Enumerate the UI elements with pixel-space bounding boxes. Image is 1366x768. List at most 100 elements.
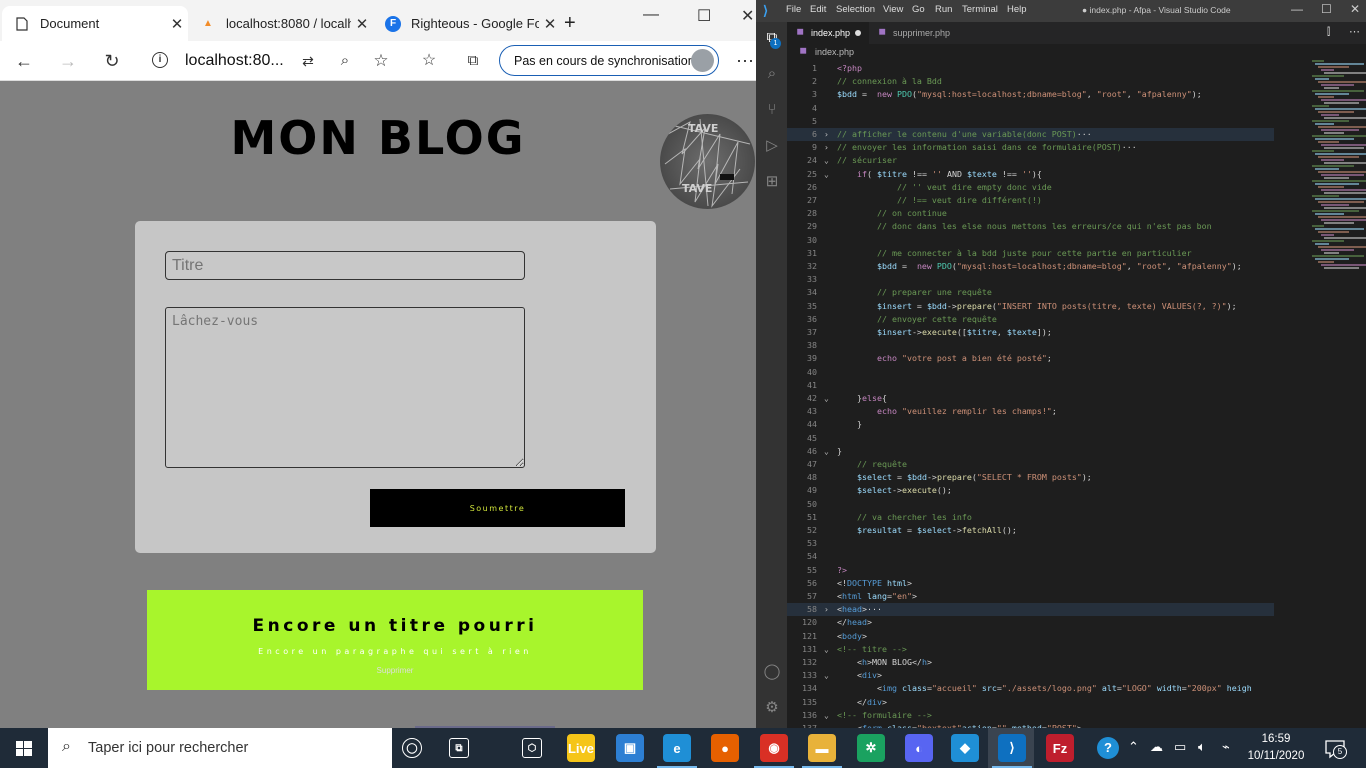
close-tab-icon[interactable]: ✕	[166, 15, 188, 33]
code-line[interactable]: 1 <?php	[787, 62, 1274, 75]
code-line[interactable]: 31 // me connecter à la bdd juste pour c…	[787, 247, 1274, 260]
code-line[interactable]: 27 // !== veut dire différent(!)	[787, 194, 1274, 207]
code-line[interactable]: 3 $bdd = new PDO("mysql:host=localhost;db…	[787, 88, 1274, 101]
code-line[interactable]: 51 // va chercher les info	[787, 511, 1274, 524]
titre-input[interactable]	[165, 251, 525, 280]
code-line[interactable]: 52 $resultat = $select->fetchAll();	[787, 524, 1274, 537]
code-line[interactable]: 6 › // afficher le contenu d'une variable(…	[787, 128, 1274, 141]
menu-run[interactable]: Run	[935, 4, 952, 15]
menu-terminal[interactable]: Terminal	[962, 4, 998, 15]
code-line[interactable]: 134 <img class="accueil" src="./assets/l…	[787, 682, 1274, 695]
extensions-icon[interactable]: ⊞	[762, 172, 782, 192]
menu-file[interactable]: File	[786, 4, 801, 15]
code-line[interactable]: 53	[787, 537, 1274, 550]
code-line[interactable]: 57 <html lang="en">	[787, 590, 1274, 603]
forward-arrow-icon[interactable]: →	[56, 49, 80, 73]
code-line[interactable]: 4	[787, 102, 1274, 115]
fold-chevron-icon[interactable]: ⌄	[824, 445, 832, 458]
chevron-up-icon[interactable]: ⌃	[1128, 739, 1139, 755]
breadcrumb-file[interactable]: index.php	[815, 47, 854, 57]
code-line[interactable]: 24 ⌄ // sécuriser	[787, 154, 1274, 167]
browser-tab-document[interactable]: Document ✕	[2, 6, 188, 41]
photos-icon[interactable]: ▣	[616, 734, 644, 762]
tab-index-php[interactable]: ⯀ index.php	[787, 22, 869, 44]
code-line[interactable]: 28 // on continue	[787, 207, 1274, 220]
settings-gear-icon[interactable]: ✲	[857, 734, 885, 762]
code-line[interactable]: 121 <body>	[787, 630, 1274, 643]
fold-chevron-icon[interactable]: ⌄	[824, 392, 832, 405]
code-line[interactable]: 46 ⌄}	[787, 445, 1274, 458]
code-line[interactable]: 135 </div>	[787, 696, 1274, 709]
code-line[interactable]: 33	[787, 273, 1274, 286]
close-window-icon[interactable]: ✕	[1350, 2, 1360, 16]
code-line[interactable]: 37 $insert->execute([$titre, $texte]);	[787, 326, 1274, 339]
account-icon[interactable]: ◯	[762, 662, 782, 682]
firefox-icon[interactable]: ●	[711, 734, 739, 762]
fold-chevron-icon[interactable]: ›	[824, 141, 832, 154]
submit-button[interactable]: Soumettre	[370, 489, 625, 527]
edge-icon[interactable]: e	[663, 734, 691, 762]
close-window-icon[interactable]: ✕	[741, 6, 754, 26]
code-line[interactable]: 32 $bdd = new PDO("mysql:host=localhost;…	[787, 260, 1274, 273]
source-control-icon[interactable]: ⑂	[762, 100, 782, 120]
address-bar[interactable]: i localhost:80...	[140, 45, 408, 77]
onedrive-cloud-icon[interactable]: ☁	[1150, 739, 1163, 755]
minimize-icon[interactable]: —	[1291, 2, 1303, 16]
fold-chevron-icon[interactable]: ›	[824, 128, 832, 141]
discord-icon[interactable]: ◐	[905, 734, 933, 762]
code-line[interactable]: 45	[787, 432, 1274, 445]
chrome-icon[interactable]: ◉	[760, 734, 788, 762]
timeline-icon[interactable]: ⧉	[449, 738, 469, 758]
menu-help[interactable]: Help	[1007, 4, 1027, 15]
code-line[interactable]: 35 $insert = $bdd->prepare("INSERT INTO …	[787, 300, 1274, 313]
fold-chevron-icon[interactable]: ⌄	[824, 154, 832, 167]
code-line[interactable]: 41	[787, 379, 1274, 392]
cube-app-icon[interactable]: ⬡	[522, 738, 542, 758]
code-line[interactable]: 131 ⌄ <!-- titre -->	[787, 643, 1274, 656]
code-line[interactable]: 5	[787, 115, 1274, 128]
manage-gear-icon[interactable]: ⚙	[762, 698, 782, 718]
fold-chevron-icon[interactable]: ⌄	[824, 168, 832, 181]
fold-chevron-icon[interactable]: ›	[824, 603, 832, 616]
code-line[interactable]: 29 // donc dans les else nous mettons le…	[787, 220, 1274, 233]
code-line[interactable]: 50	[787, 498, 1274, 511]
translate-icon[interactable]: ⇄	[296, 49, 320, 73]
close-tab-icon[interactable]: ✕	[351, 15, 373, 33]
live-app-icon[interactable]: Live	[567, 734, 595, 762]
refresh-icon[interactable]: ↻	[100, 49, 124, 73]
code-line[interactable]: 120 </head>	[787, 616, 1274, 629]
code-line[interactable]: 38	[787, 339, 1274, 352]
maximize-icon[interactable]: ☐	[697, 6, 711, 26]
browser-tab-google-fonts[interactable]: F Righteous - Google Fo ✕	[373, 6, 561, 41]
code-line[interactable]: 49 $select->execute();	[787, 484, 1274, 497]
code-line[interactable]: 55 ?>	[787, 564, 1274, 577]
start-button[interactable]	[0, 728, 48, 768]
search-icon[interactable]: ⌕	[762, 64, 782, 84]
code-line[interactable]: 43 echo "veuillez remplir les champs!";	[787, 405, 1274, 418]
filezilla-icon[interactable]: Fz	[1046, 734, 1074, 762]
zoom-icon[interactable]: ⌕	[333, 49, 357, 73]
battery-icon[interactable]: ▭	[1174, 739, 1186, 755]
tab-supprimer-php[interactable]: ⯀ supprimer.php	[869, 22, 969, 44]
delete-post-link[interactable]: Supprimer	[147, 666, 643, 675]
address-url[interactable]: localhost:80...	[185, 52, 284, 70]
new-tab-button[interactable]: +	[558, 6, 588, 41]
code-line[interactable]: 54	[787, 550, 1274, 563]
code-line[interactable]: 56 <!DOCTYPE html>	[787, 577, 1274, 590]
code-line[interactable]: 26 // '' veut dire empty donc vide	[787, 181, 1274, 194]
volume-icon[interactable]: 🔈︎	[1198, 739, 1206, 755]
unsaved-dot-icon[interactable]	[855, 30, 861, 36]
code-line[interactable]: 132 <h>MON BLOG</h>	[787, 656, 1274, 669]
code-line[interactable]: 133 ⌄ <div>	[787, 669, 1274, 682]
fold-chevron-icon[interactable]: ⌄	[824, 643, 832, 656]
back-arrow-icon[interactable]: ←	[12, 49, 36, 73]
maximize-icon[interactable]: ☐	[1321, 2, 1332, 16]
menu-view[interactable]: View	[883, 4, 903, 15]
menu-selection[interactable]: Selection	[836, 4, 875, 15]
code-line[interactable]: 30	[787, 234, 1274, 247]
minimap[interactable]	[1310, 60, 1366, 280]
code-line[interactable]: 42 ⌄ }else{	[787, 392, 1274, 405]
browser-tab-phpmyadmin[interactable]: ▲ localhost:8080 / localh ✕	[188, 6, 373, 41]
more-options-icon[interactable]: ⋯	[733, 49, 756, 73]
info-icon[interactable]: i	[152, 52, 168, 68]
